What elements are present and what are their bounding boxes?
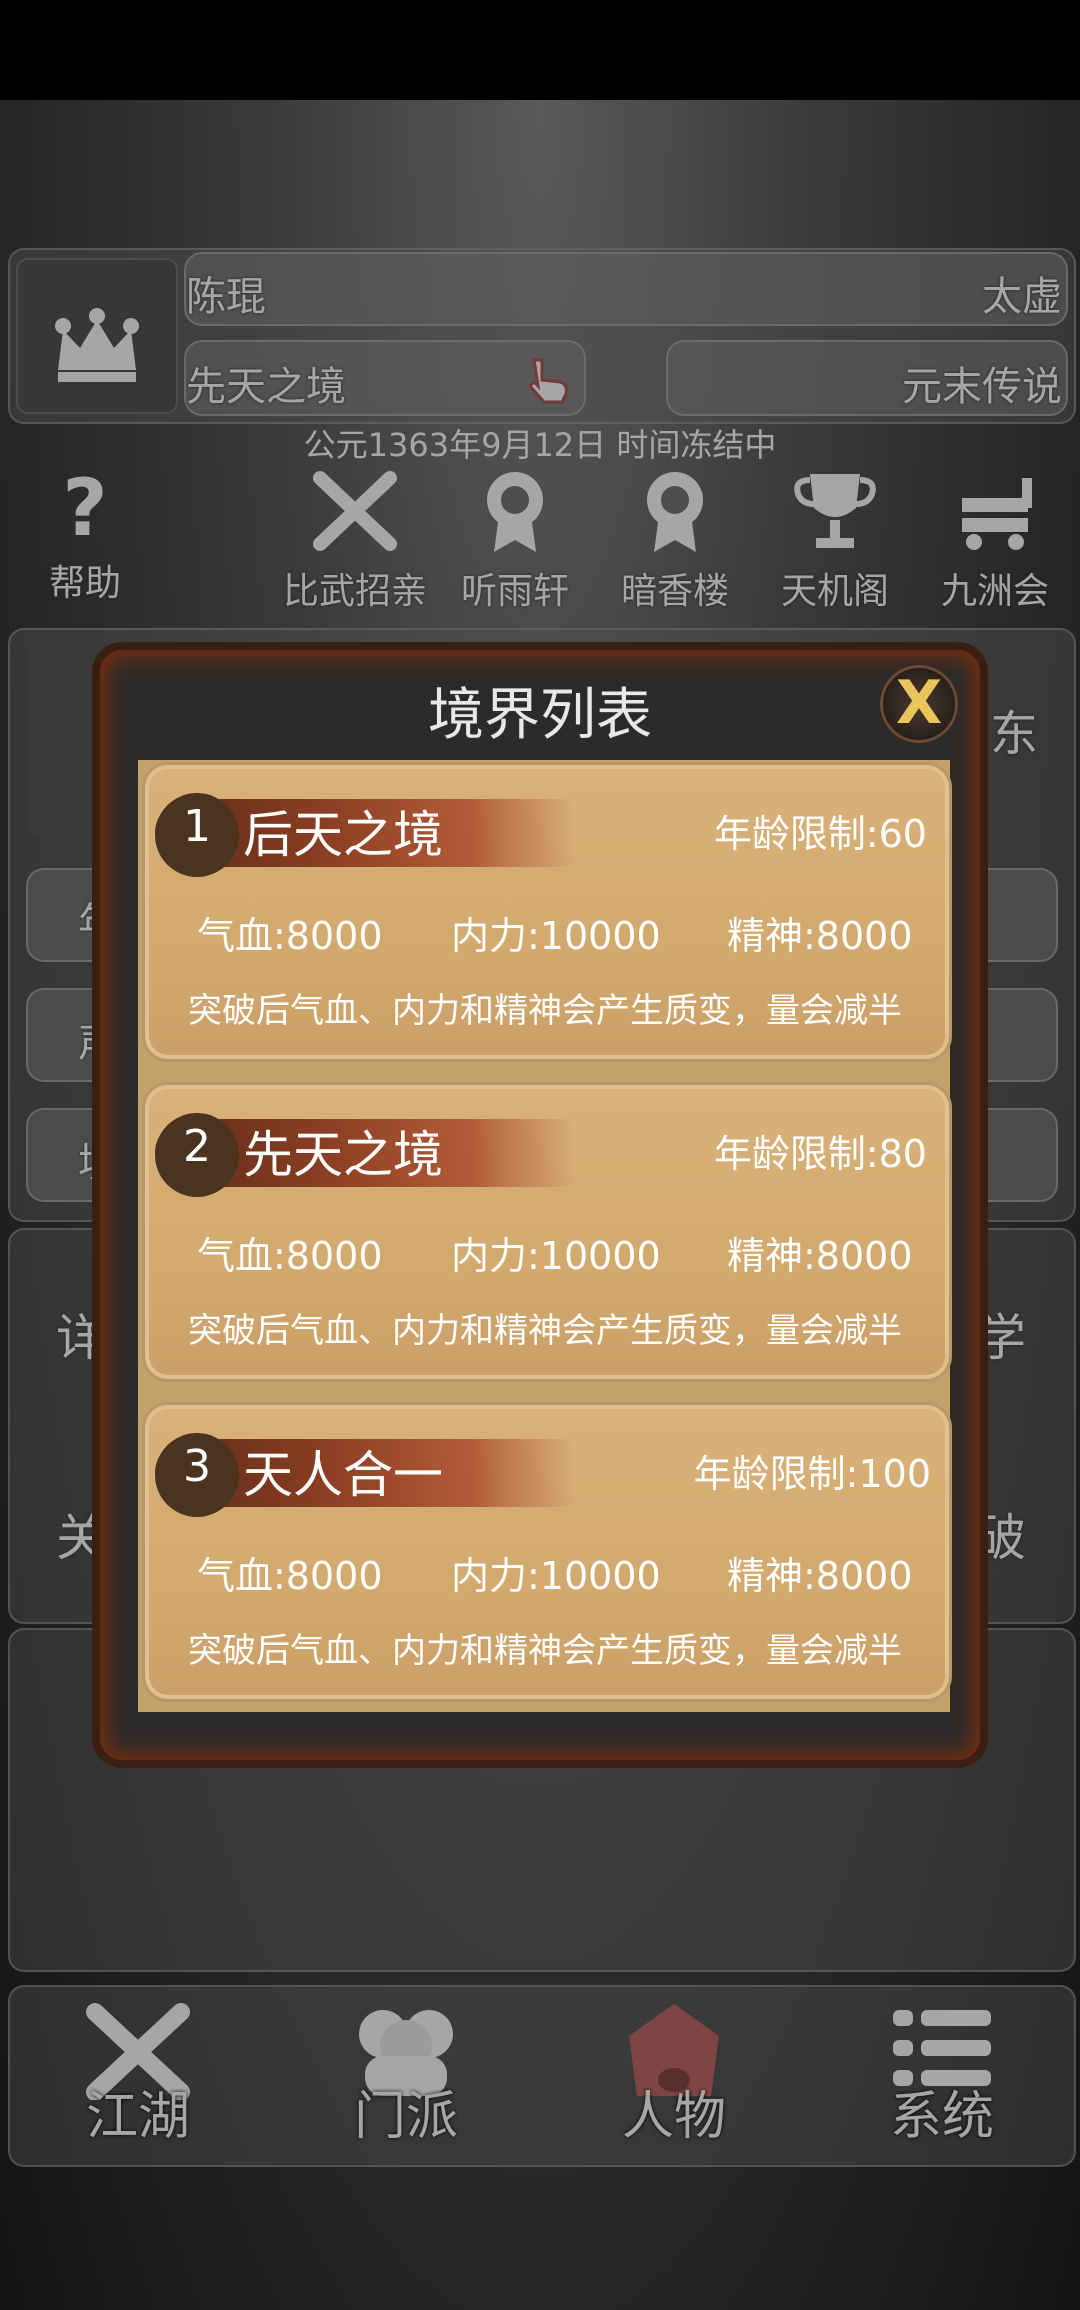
realm-note: 突破后气血、内力和精神会产生质变，量会减半 xyxy=(188,1631,902,1671)
realm-spirit: 精神:8000 xyxy=(727,1554,913,1598)
realm-note: 突破后气血、内力和精神会产生质变，量会减半 xyxy=(188,991,902,1031)
realm-internal: 内力:10000 xyxy=(451,1234,661,1278)
close-icon: X xyxy=(895,668,943,738)
realm-index: 3 xyxy=(183,1441,211,1492)
realm-name: 后天之境 xyxy=(243,806,443,864)
realm-note: 突破后气血、内力和精神会产生质变，量会减半 xyxy=(188,1311,902,1351)
realm-hp: 气血:8000 xyxy=(197,1234,383,1278)
realm-age-limit: 年龄限制:100 xyxy=(693,1452,931,1496)
realm-hp: 气血:8000 xyxy=(197,914,383,958)
realm-name: 先天之境 xyxy=(243,1126,443,1184)
realm-index: 2 xyxy=(183,1121,211,1172)
realm-name: 天人合一 xyxy=(243,1446,443,1504)
realm-spirit: 精神:8000 xyxy=(727,914,913,958)
close-button[interactable]: X xyxy=(880,665,958,743)
realm-card: 3 天人合一 年龄限制:100 气血:8000 内力:10000 精神:8000… xyxy=(142,1402,952,1702)
realm-spirit: 精神:8000 xyxy=(727,1234,913,1278)
status-bar xyxy=(0,0,1080,100)
realm-hp: 气血:8000 xyxy=(197,1554,383,1598)
realm-internal: 内力:10000 xyxy=(451,1554,661,1598)
realm-index: 1 xyxy=(183,801,211,852)
realm-internal: 内力:10000 xyxy=(451,914,661,958)
realm-card: 1 后天之境 年龄限制:60 气血:8000 内力:10000 精神:8000 … xyxy=(142,762,952,1062)
realm-age-limit: 年龄限制:60 xyxy=(713,812,927,856)
realm-card: 2 先天之境 年龄限制:80 气血:8000 内力:10000 精神:8000 … xyxy=(142,1082,952,1382)
realm-age-limit: 年龄限制:80 xyxy=(713,1132,927,1176)
